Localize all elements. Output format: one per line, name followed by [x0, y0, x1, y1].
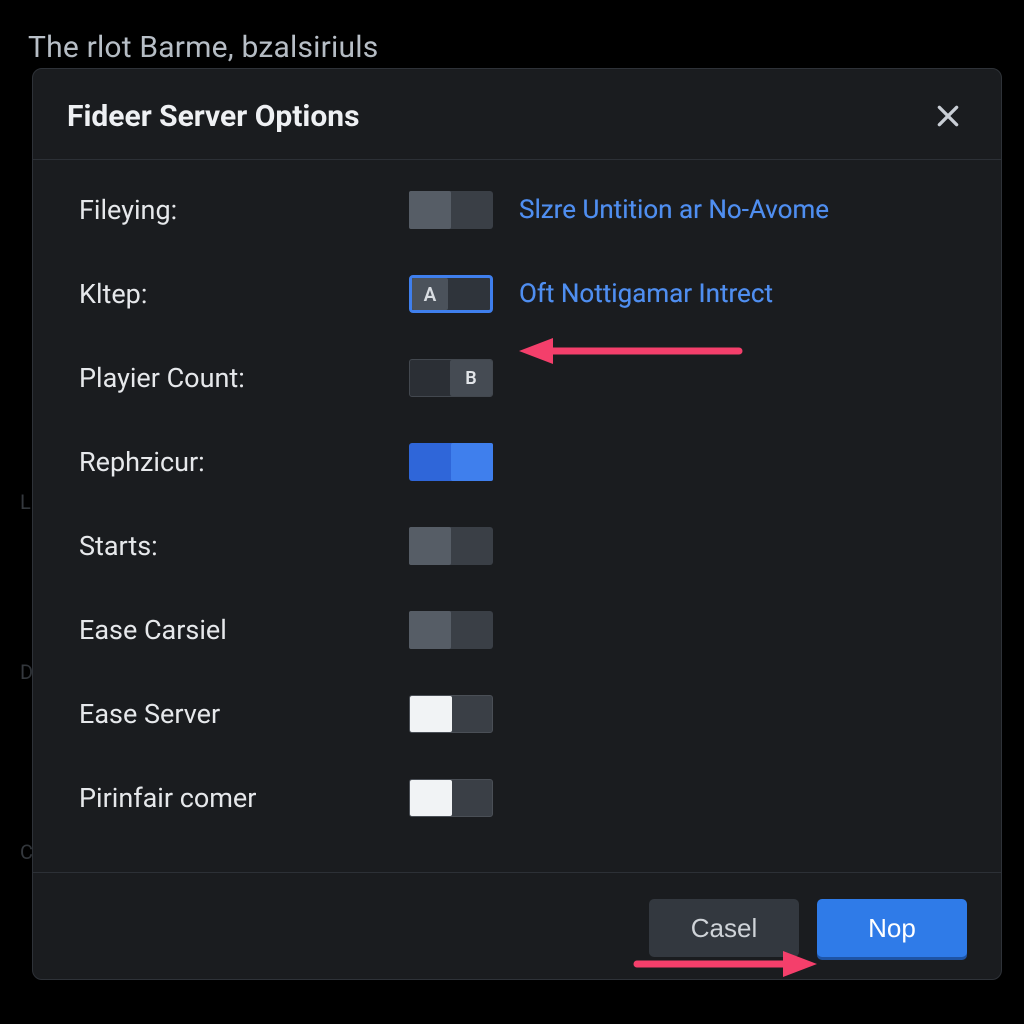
option-link[interactable]: Slzre Untition ar No-Avome [519, 195, 991, 225]
toggle-kltep[interactable]: A [409, 275, 493, 313]
option-row-starts: Starts: [79, 526, 991, 566]
option-label: Ease Server [79, 698, 409, 730]
toggle-knob [409, 611, 451, 649]
option-row-kltep: Kltep: A Oft Nottigamar Intrect [79, 274, 991, 314]
toggle-knob [410, 780, 452, 816]
toggle-knob [451, 443, 493, 481]
option-label: Ease Carsiel [79, 614, 409, 646]
server-options-dialog: Fideer Server Options Fileying: Slzre Un… [32, 68, 1002, 980]
close-icon [935, 103, 961, 129]
toggle-knob [409, 191, 451, 229]
dialog-body: Fileying: Slzre Untition ar No-Avome Klt… [33, 160, 1001, 872]
option-row-fileying: Fileying: Slzre Untition ar No-Avome [79, 190, 991, 230]
option-row-ease-carsiel: Ease Carsiel [79, 610, 991, 650]
option-label: Pirinfair comer [79, 782, 409, 814]
dialog-title: Fideer Server Options [67, 99, 360, 134]
bg-hint: L [20, 490, 31, 514]
option-label: Playier Count: [79, 362, 409, 394]
option-row-ease-server: Ease Server [79, 694, 991, 734]
option-label: Kltep: [79, 278, 409, 310]
toggle-ease-carsiel[interactable] [409, 611, 493, 649]
option-label: Rephzicur: [79, 446, 409, 478]
option-link[interactable]: Oft Nottigamar Intrect [519, 279, 991, 309]
ok-button[interactable]: Nop [817, 899, 967, 957]
close-button[interactable] [929, 97, 967, 135]
option-label: Fileying: [79, 194, 409, 226]
option-row-pirinfair: Pirinfair comer [79, 778, 991, 818]
toggle-pirinfair[interactable] [409, 779, 493, 817]
toggle-player-count[interactable]: B [409, 359, 493, 397]
dialog-footer: Casel Nop [33, 872, 1001, 987]
toggle-knob [410, 696, 452, 732]
toggle-knob [409, 527, 451, 565]
option-row-player-count: Playier Count: B [79, 358, 991, 398]
toggle-ease-server[interactable] [409, 695, 493, 733]
dialog-header: Fideer Server Options [33, 69, 1001, 160]
toggle-knob: B [450, 360, 492, 396]
toggle-rephzicur[interactable] [409, 443, 493, 481]
backdrop-title: The rlot Barme, bzalsiriuls [28, 30, 378, 65]
cancel-button[interactable]: Casel [649, 899, 799, 957]
toggle-starts[interactable] [409, 527, 493, 565]
toggle-knob: A [412, 278, 448, 310]
option-label: Starts: [79, 530, 409, 562]
option-row-rephzicur: Rephzicur: [79, 442, 991, 482]
toggle-fileying[interactable] [409, 191, 493, 229]
